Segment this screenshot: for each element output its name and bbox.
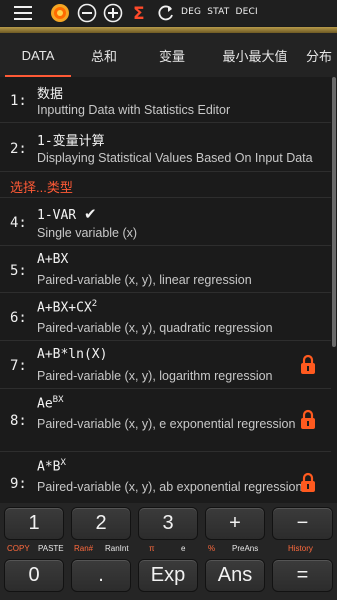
item-title: 数据	[37, 87, 64, 102]
tab-sum[interactable]: 总和	[74, 33, 134, 77]
angle-mode-indicator: DEG	[181, 7, 202, 17]
tab-label: 分布	[306, 48, 333, 64]
item-title: 1-变量计算	[37, 134, 105, 149]
key-1[interactable]: 1	[4, 507, 64, 540]
item-number: 1:	[10, 93, 27, 109]
item-description: Paired-variable (x, y), ab exponential r…	[37, 480, 303, 494]
list-item-type-quadratic[interactable]: 6: A+BX+CX2 Paired-variable (x, y), quad…	[0, 293, 331, 341]
key-label: 1	[28, 512, 40, 534]
ran-label: Ran#	[74, 544, 94, 553]
sun-theme-icon[interactable]	[50, 3, 70, 23]
key-label: 2	[95, 512, 107, 534]
section-label: 选择...类型	[10, 180, 73, 195]
key-label: .	[98, 564, 104, 586]
key-plus[interactable]: +	[205, 507, 265, 540]
tab-distribution[interactable]: 分布	[306, 33, 337, 77]
item-description: Paired-variable (x, y), e exponential re…	[37, 417, 296, 431]
item-title-superscript: 2	[91, 299, 98, 309]
item-title: A+BX+CX	[37, 300, 92, 316]
list-scrollbar[interactable]	[332, 77, 336, 347]
menu-icon[interactable]	[14, 5, 32, 21]
item-title: 1-VAR	[37, 208, 77, 223]
calc-mode-indicator: STAT	[207, 7, 230, 17]
history-label: History	[288, 544, 313, 553]
key-label: Exp	[150, 564, 186, 586]
tab-label: 总和	[90, 48, 117, 64]
list-item-type-1var[interactable]: 4: 1-VAR ✔ Single variable (x)	[0, 198, 331, 246]
tab-bar: DATA 总和 变量 最小最大值 分布	[0, 33, 337, 77]
svg-text:Σ: Σ	[133, 4, 145, 23]
item-number: 8:	[10, 413, 27, 429]
key-label: 3	[162, 512, 174, 534]
item-description: Single variable (x)	[37, 226, 138, 240]
key-label: +	[229, 512, 241, 534]
top-toolbar: Σ DEG STAT DECI	[0, 0, 337, 26]
item-number: 9:	[10, 476, 27, 492]
item-title: A+B*ln(X)	[37, 347, 108, 362]
list-item-type-logarithm[interactable]: 7: A+B*ln(X) Paired-variable (x, y), log…	[0, 341, 331, 389]
key-equals[interactable]: =	[272, 559, 333, 592]
tab-variables[interactable]: 变量	[140, 33, 204, 77]
lock-icon[interactable]	[299, 354, 317, 379]
menu-list: 1: 数据 Inputting Data with Statistics Edi…	[0, 77, 337, 503]
item-number: 6:	[10, 310, 27, 326]
key-minus[interactable]: −	[272, 507, 333, 540]
paste-label: PASTE	[38, 544, 64, 553]
item-number: 4:	[10, 215, 27, 231]
pi-label: π	[149, 544, 155, 553]
item-title: A*B	[37, 459, 61, 475]
refresh-icon[interactable]	[156, 3, 176, 23]
list-item-type-e-exponential[interactable]: 8: AeBX Paired-variable (x, y), e expone…	[0, 389, 331, 452]
item-description: Inputting Data with Statistics Editor	[37, 103, 231, 117]
item-description: Paired-variable (x, y), linear regressio…	[37, 273, 252, 287]
ranint-label: RanInt	[105, 544, 129, 553]
tab-label: 变量	[158, 48, 185, 64]
key-label: Ans	[217, 564, 253, 586]
list-item-type-linear[interactable]: 5: A+BX Paired-variable (x, y), linear r…	[0, 246, 331, 293]
list-item-1var-calc[interactable]: 2: 1-变量计算 Displaying Statistical Values …	[0, 123, 331, 172]
preans-label: PreAns	[232, 544, 259, 553]
tab-min-max[interactable]: 最小最大值	[208, 33, 302, 77]
item-number: 5:	[10, 263, 27, 279]
item-title-superscript: BX	[52, 395, 64, 405]
section-header-row: 选择...类型	[0, 172, 331, 198]
item-title: A+BX	[37, 252, 69, 267]
lock-icon[interactable]	[299, 409, 317, 434]
item-description: Paired-variable (x, y), logarithm regres…	[37, 369, 273, 383]
key-ans[interactable]: Ans	[205, 559, 265, 592]
sigma-icon[interactable]: Σ	[131, 3, 147, 23]
plus-circle-icon[interactable]	[103, 3, 123, 23]
key-3[interactable]: 3	[138, 507, 198, 540]
item-description: Paired-variable (x, y), quadratic regres…	[37, 321, 273, 335]
list-item-type-ab-exponential[interactable]: 9: A*BX Paired-variable (x, y), ab expon…	[0, 452, 331, 503]
item-number: 7:	[10, 358, 27, 374]
item-title-superscript: X	[60, 458, 66, 468]
key-label: 0	[28, 564, 40, 586]
key-label: −	[296, 512, 309, 534]
key-decimal[interactable]: .	[71, 559, 131, 592]
number-format-indicator: DECI	[235, 7, 258, 17]
list-item-data[interactable]: 1: 数据 Inputting Data with Statistics Edi…	[0, 77, 331, 123]
item-number: 2:	[10, 141, 27, 157]
key-2[interactable]: 2	[71, 507, 131, 540]
check-icon: ✔	[83, 205, 97, 223]
e-label: e	[181, 544, 186, 553]
lock-icon[interactable]	[299, 472, 317, 497]
percent-label: %	[208, 544, 216, 553]
tab-data[interactable]: DATA	[5, 33, 71, 77]
minus-circle-icon[interactable]	[77, 3, 97, 23]
copy-label: COPY	[7, 544, 30, 553]
key-label: =	[296, 564, 309, 586]
item-description: Displaying Statistical Values Based On I…	[37, 151, 313, 165]
tab-label: 最小最大值	[222, 48, 288, 64]
item-title: Ae	[37, 396, 53, 412]
key-0[interactable]: 0	[4, 559, 64, 592]
tab-label: DATA	[21, 47, 55, 63]
key-exp[interactable]: Exp	[138, 559, 198, 592]
